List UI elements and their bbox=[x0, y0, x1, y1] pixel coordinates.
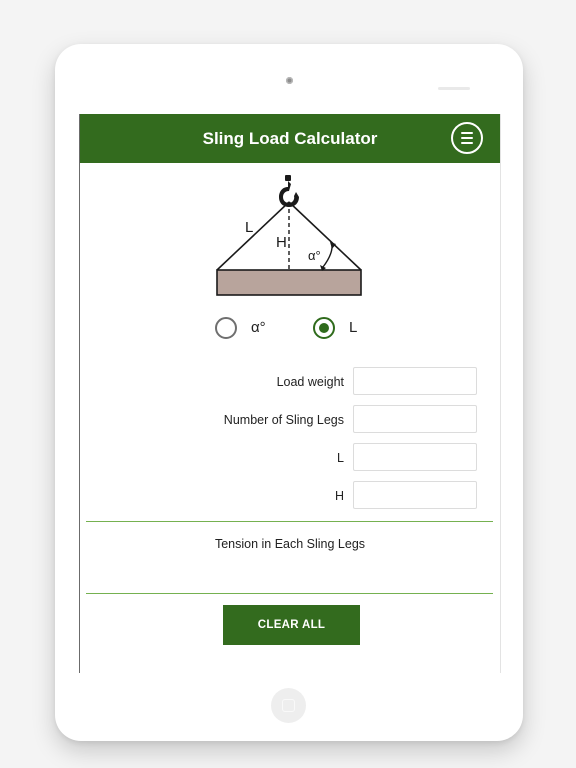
sling-diagram: L H α° bbox=[216, 175, 362, 296]
power-button bbox=[438, 87, 470, 90]
clear-all-button[interactable]: CLEAR ALL bbox=[223, 605, 360, 645]
length-label: L bbox=[337, 451, 344, 465]
load-weight-label: Load weight bbox=[276, 375, 344, 389]
load-weight-input[interactable] bbox=[353, 367, 477, 395]
label-h: H bbox=[276, 234, 287, 251]
menu-circle-icon[interactable] bbox=[451, 122, 483, 154]
tension-label: Tension in Each Sling Legs bbox=[214, 537, 366, 551]
height-label: H bbox=[334, 489, 344, 503]
app-bar: Sling Load Calculator bbox=[80, 114, 500, 163]
angle-arc bbox=[322, 243, 333, 268]
label-l: L bbox=[245, 219, 253, 236]
height-input[interactable] bbox=[353, 481, 477, 509]
mode-selector: α° L bbox=[80, 317, 500, 341]
radio-length-label: L bbox=[349, 319, 358, 336]
radio-angle[interactable] bbox=[215, 317, 237, 339]
home-square-icon bbox=[282, 699, 295, 712]
divider-bottom bbox=[86, 593, 493, 594]
camera-icon bbox=[286, 77, 293, 84]
divider-top bbox=[86, 521, 493, 522]
sling-legs-input[interactable] bbox=[353, 405, 477, 433]
home-button[interactable] bbox=[271, 688, 306, 723]
load-block bbox=[216, 269, 362, 296]
app-title: Sling Load Calculator bbox=[202, 129, 378, 148]
radio-length[interactable] bbox=[313, 317, 335, 339]
app-screen: Sling Load Calculator L H α° α° L Load w… bbox=[79, 114, 501, 673]
sling-leg-right bbox=[288, 201, 362, 271]
sling-legs-label: Number of Sling Legs bbox=[223, 413, 344, 427]
length-input[interactable] bbox=[353, 443, 477, 471]
label-angle: α° bbox=[308, 248, 321, 263]
radio-angle-label: α° bbox=[251, 319, 266, 336]
